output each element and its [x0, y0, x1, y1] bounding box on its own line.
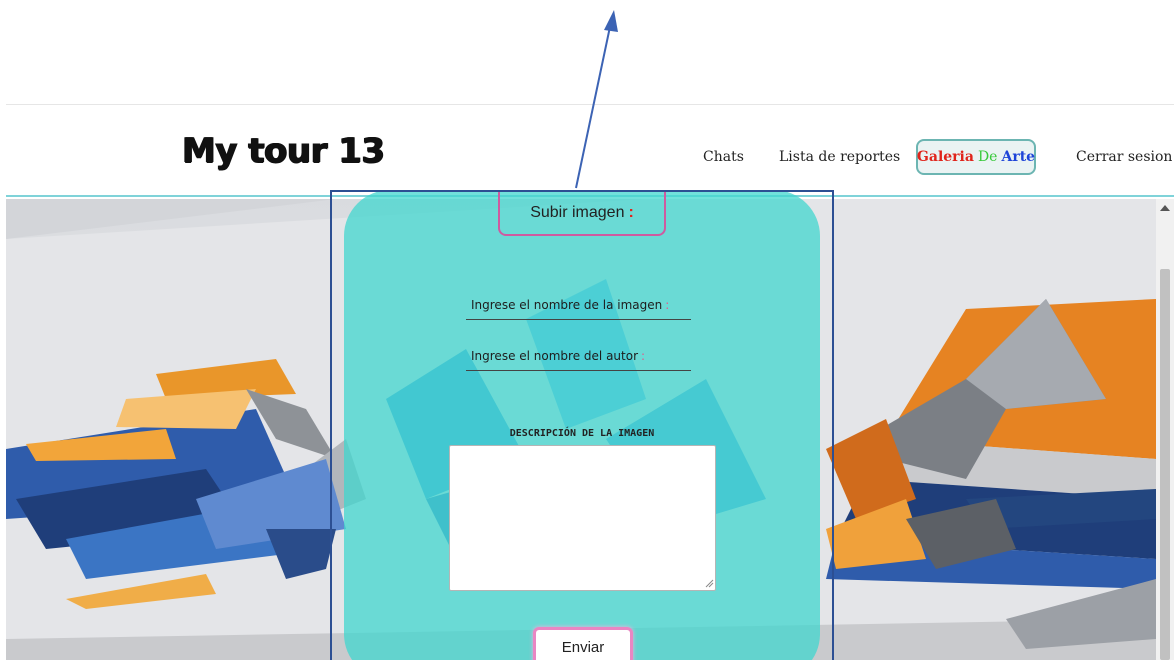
author-name-label-colon: : [641, 349, 646, 363]
nav-cerrar-sesion[interactable]: Cerrar sesion [1076, 149, 1172, 165]
resize-grip-icon[interactable] [704, 578, 714, 588]
page-scrollbar[interactable] [1156, 199, 1174, 660]
description-label: DESCRIPCIÓN DE LA IMAGEN [509, 428, 655, 439]
author-name-label-text: Ingrese el nombre del autor [471, 349, 639, 363]
nav-galeria-word-1: Galeria [916, 149, 974, 165]
nav-chats[interactable]: Chats [703, 149, 744, 165]
image-name-label: Ingrese el nombre de la imagen: [471, 298, 669, 312]
image-name-field[interactable]: Ingrese el nombre de la imagen: [466, 296, 691, 320]
author-name-label: Ingrese el nombre del autor: [471, 349, 645, 363]
form-title-text: Subir imagen [530, 204, 625, 221]
site-logo[interactable]: My tour 13 [182, 131, 385, 171]
image-name-label-text: Ingrese el nombre de la imagen [471, 298, 663, 312]
form-title-colon: : [628, 204, 634, 221]
description-textarea[interactable] [449, 445, 716, 591]
submit-button[interactable]: Enviar [533, 627, 633, 660]
nav-lista-de-reportes[interactable]: Lista de reportes [779, 149, 900, 165]
site-header: My tour 13 Chats Lista de reportes Galer… [6, 105, 1174, 197]
nav-galeria-word-2: De [977, 149, 998, 165]
author-name-field[interactable]: Ingrese el nombre del autor: [466, 347, 691, 371]
scroll-up-arrow-icon[interactable] [1160, 205, 1170, 211]
upload-form-panel: Subir imagen : Ingrese el nombre de la i… [344, 190, 820, 660]
image-name-label-colon: : [665, 298, 670, 312]
nav-galeria-word-3: Arte [1001, 149, 1036, 165]
form-title: Subir imagen : [498, 192, 666, 236]
scrollbar-thumb[interactable] [1160, 269, 1170, 660]
nav-galeria-de-arte[interactable]: Galeria De Arte [916, 139, 1036, 175]
